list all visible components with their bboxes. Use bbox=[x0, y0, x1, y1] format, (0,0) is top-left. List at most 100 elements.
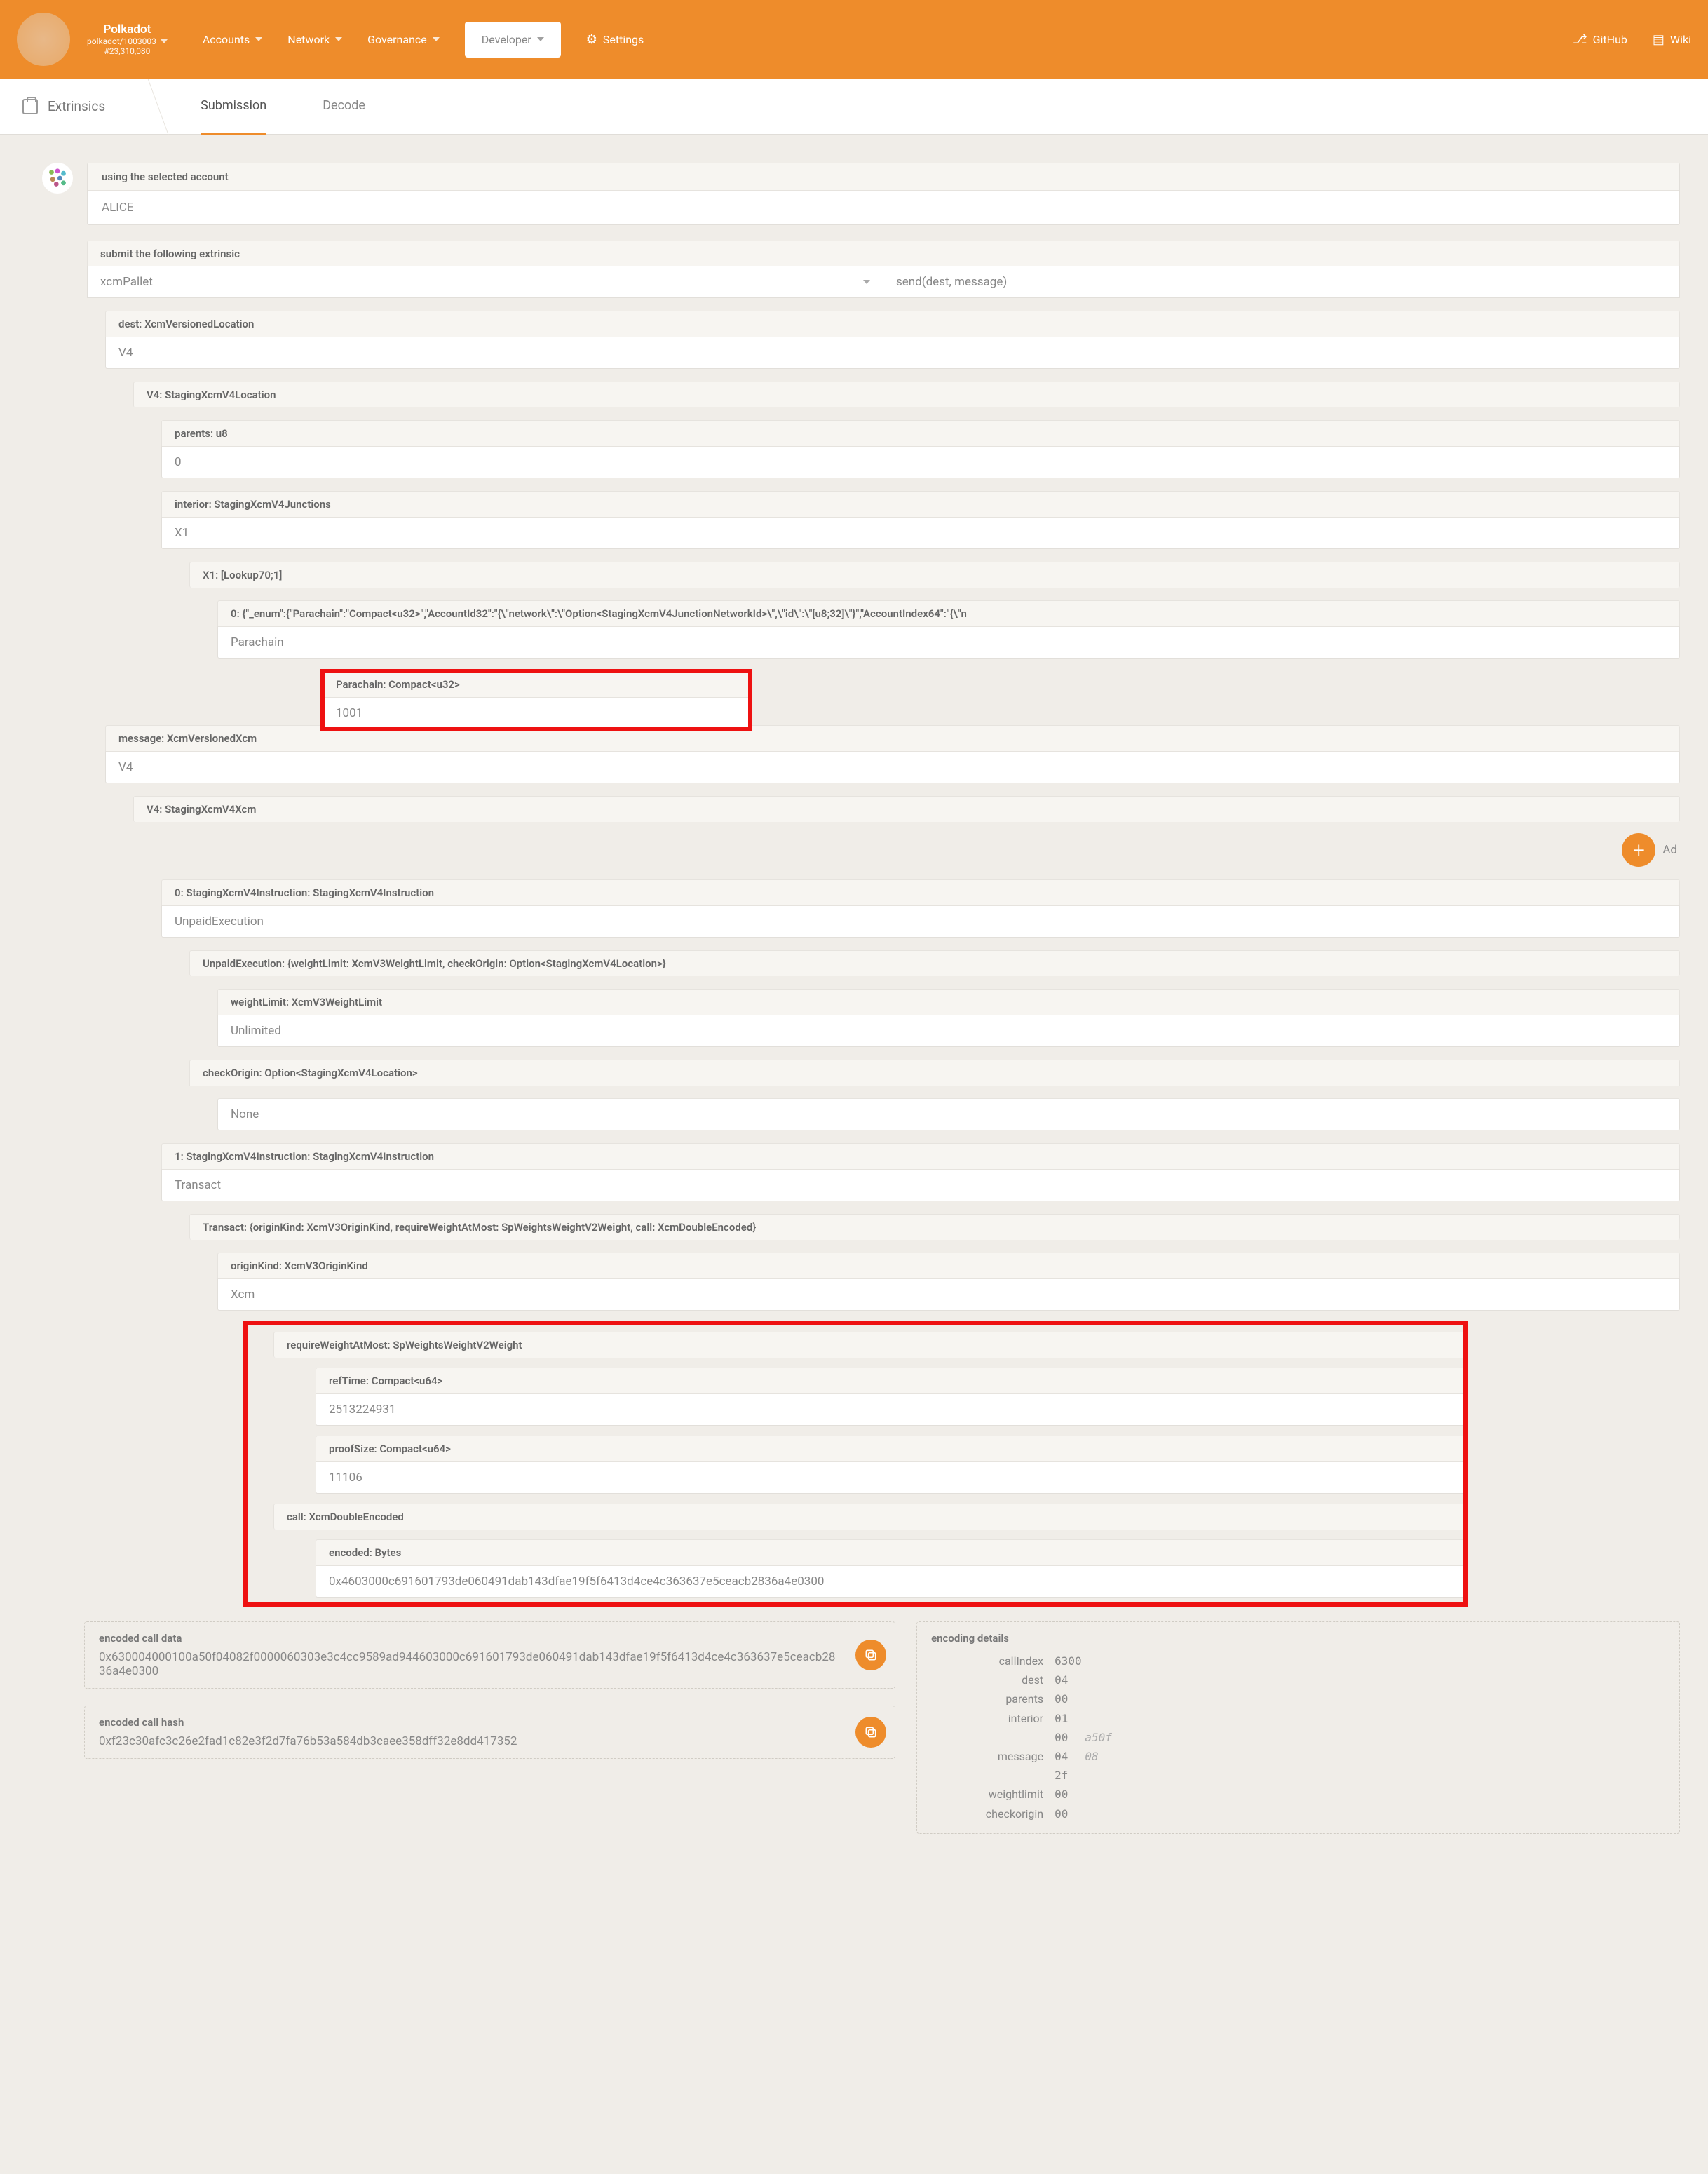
nav-governance[interactable]: Governance bbox=[367, 33, 440, 46]
x1-label: X1: [Lookup70;1] bbox=[189, 562, 1680, 588]
junction0-value[interactable]: Parachain bbox=[217, 626, 1680, 659]
add-instruction-button[interactable]: + bbox=[1622, 833, 1655, 867]
rwam-label: requireWeightAtMost: SpWeightsWeightV2We… bbox=[273, 1332, 1465, 1358]
encoding-detail-row: checkorigin00 bbox=[931, 1804, 1665, 1823]
parachain-value[interactable]: 1001 bbox=[323, 697, 750, 729]
copy-call-hash-button[interactable] bbox=[855, 1717, 886, 1748]
nav-wiki[interactable]: ▤ Wiki bbox=[1653, 32, 1691, 47]
network-info[interactable]: Polkadot polkadot/1003003 #23,310,080 bbox=[87, 22, 168, 56]
nav-settings[interactable]: ⚙ Settings bbox=[586, 32, 644, 47]
encoding-detail-row: 00a50f bbox=[931, 1728, 1665, 1747]
nav-wiki-label: Wiki bbox=[1670, 33, 1691, 46]
reftime-value[interactable]: 2513224931 bbox=[316, 1393, 1465, 1426]
weightlimit-label: weightLimit: XcmV3WeightLimit bbox=[217, 989, 1680, 1015]
tab-separator bbox=[129, 79, 169, 135]
block-number: #23,310,080 bbox=[87, 46, 168, 56]
checkorigin-value[interactable]: None bbox=[217, 1098, 1680, 1130]
encoded-call-data-block: encoded call data 0x630004000100a50f0408… bbox=[84, 1621, 895, 1689]
parents-label: parents: u8 bbox=[161, 420, 1680, 446]
inst0-value[interactable]: UnpaidExecution bbox=[161, 905, 1680, 938]
call-select[interactable]: send(dest, message) bbox=[896, 275, 1007, 289]
inst0-detail-label: UnpaidExecution: {weightLimit: XcmV3Weig… bbox=[189, 950, 1680, 976]
proofsize-value[interactable]: 11106 bbox=[316, 1461, 1465, 1494]
network-name: Polkadot bbox=[87, 22, 168, 36]
parents-value[interactable]: 0 bbox=[161, 446, 1680, 478]
encoding-detail-row: weightlimit00 bbox=[931, 1785, 1665, 1804]
nav-accounts-label: Accounts bbox=[203, 33, 250, 46]
parachain-highlight: Parachain: Compact<u32> 1001 bbox=[323, 671, 750, 729]
inst0-label: 0: StagingXcmV4Instruction: StagingXcmV4… bbox=[161, 879, 1680, 905]
network-switch-caret-icon[interactable] bbox=[161, 39, 168, 43]
extrinsic-selector[interactable]: xcmPallet send(dest, message) bbox=[87, 266, 1680, 298]
extrinsic-label: submit the following extrinsic bbox=[87, 241, 1680, 266]
github-icon: ⎇ bbox=[1573, 32, 1587, 47]
interior-label: interior: StagingXcmV4Junctions bbox=[161, 491, 1680, 517]
network-logo[interactable] bbox=[17, 13, 70, 66]
reftime-label: refTime: Compact<u64> bbox=[316, 1368, 1465, 1393]
junction0-label: 0: {"_enum":{"Parachain":"Compact<u32>",… bbox=[217, 600, 1680, 626]
caret-down-icon bbox=[335, 37, 342, 41]
originkind-label: originKind: XcmV3OriginKind bbox=[217, 1253, 1680, 1278]
call-label: call: XcmDoubleEncoded bbox=[273, 1504, 1465, 1530]
nav-network-label: Network bbox=[287, 33, 330, 46]
dest-v4-label: V4: StagingXcmV4Location bbox=[133, 382, 1680, 407]
encoded-call-hash-label: encoded call hash bbox=[99, 1716, 881, 1729]
add-instruction-label: Ad bbox=[1662, 843, 1677, 857]
encoded-label: encoded: Bytes bbox=[316, 1539, 1465, 1565]
inst1-value[interactable]: Transact bbox=[161, 1169, 1680, 1201]
caret-down-icon bbox=[863, 280, 870, 284]
account-label: using the selected account bbox=[88, 163, 1679, 191]
originkind-value[interactable]: Xcm bbox=[217, 1278, 1680, 1311]
page-tab-bar: Extrinsics Submission Decode bbox=[0, 79, 1708, 135]
caret-down-icon bbox=[255, 37, 262, 41]
encoding-detail-row: message0408 bbox=[931, 1747, 1665, 1766]
encoding-detail-row: interior01 bbox=[931, 1709, 1665, 1728]
pallet-select[interactable]: xcmPallet bbox=[100, 275, 153, 289]
caret-down-icon bbox=[433, 37, 440, 41]
checkorigin-label: checkOrigin: Option<StagingXcmV4Location… bbox=[189, 1060, 1680, 1086]
message-v4-label: V4: StagingXcmV4Xcm bbox=[133, 796, 1680, 822]
nav-network[interactable]: Network bbox=[287, 33, 342, 46]
nav-governance-label: Governance bbox=[367, 33, 427, 46]
tab-decode[interactable]: Decode bbox=[323, 79, 365, 135]
dest-label: dest: XcmVersionedLocation bbox=[105, 311, 1680, 337]
copy-call-data-button[interactable] bbox=[855, 1640, 886, 1670]
encoded-call-hash-value: 0xf23c30afc3c26e2fad1c82e3f2d7fa76b53a58… bbox=[99, 1734, 881, 1748]
encoding-detail-row: dest04 bbox=[931, 1670, 1665, 1689]
encoding-details-label: encoding details bbox=[931, 1632, 1665, 1645]
encoded-call-data-value: 0x630004000100a50f04082f0000060303e3c4cc… bbox=[99, 1650, 881, 1678]
weightlimit-value[interactable]: Unlimited bbox=[217, 1015, 1680, 1047]
nav-accounts[interactable]: Accounts bbox=[203, 33, 262, 46]
tab-submission[interactable]: Submission bbox=[201, 79, 266, 135]
account-avatar bbox=[42, 163, 73, 194]
nav-github-label: GitHub bbox=[1593, 33, 1627, 46]
encoded-call-hash-block: encoded call hash 0xf23c30afc3c26e2fad1c… bbox=[84, 1706, 895, 1759]
clipboard-icon bbox=[22, 99, 38, 114]
nav-developer-label: Developer bbox=[482, 33, 531, 46]
page-title-block: Extrinsics bbox=[22, 98, 105, 114]
nav-github[interactable]: ⎇ GitHub bbox=[1573, 32, 1627, 47]
dest-value[interactable]: V4 bbox=[105, 337, 1680, 369]
weight-call-highlight: requireWeightAtMost: SpWeightsWeightV2We… bbox=[245, 1323, 1465, 1605]
encoded-call-data-label: encoded call data bbox=[99, 1632, 881, 1645]
message-value[interactable]: V4 bbox=[105, 751, 1680, 783]
encoded-value[interactable]: 0x4603000c691601793de060491dab143dfae19f… bbox=[316, 1565, 1465, 1598]
proofsize-label: proofSize: Compact<u64> bbox=[316, 1436, 1465, 1461]
encoding-detail-row: 2f bbox=[931, 1766, 1665, 1785]
account-selector[interactable]: using the selected account ALICE bbox=[87, 163, 1680, 225]
page-title: Extrinsics bbox=[48, 98, 105, 114]
parachain-label: Parachain: Compact<u32> bbox=[323, 671, 750, 697]
nav-settings-label: Settings bbox=[603, 33, 644, 46]
encoding-detail-row: callIndex6300 bbox=[931, 1652, 1665, 1670]
network-spec: polkadot/1003003 bbox=[87, 36, 156, 46]
account-value: ALICE bbox=[88, 191, 1679, 224]
top-nav-bar: Polkadot polkadot/1003003 #23,310,080 Ac… bbox=[0, 0, 1708, 79]
book-icon: ▤ bbox=[1653, 32, 1665, 47]
nav-developer[interactable]: Developer bbox=[465, 22, 561, 58]
gear-icon: ⚙ bbox=[586, 32, 597, 47]
inst1-detail-label: Transact: {originKind: XcmV3OriginKind, … bbox=[189, 1214, 1680, 1240]
inst1-label: 1: StagingXcmV4Instruction: StagingXcmV4… bbox=[161, 1143, 1680, 1169]
caret-down-icon bbox=[537, 37, 544, 41]
encoding-detail-row: parents00 bbox=[931, 1689, 1665, 1708]
interior-value[interactable]: X1 bbox=[161, 517, 1680, 549]
